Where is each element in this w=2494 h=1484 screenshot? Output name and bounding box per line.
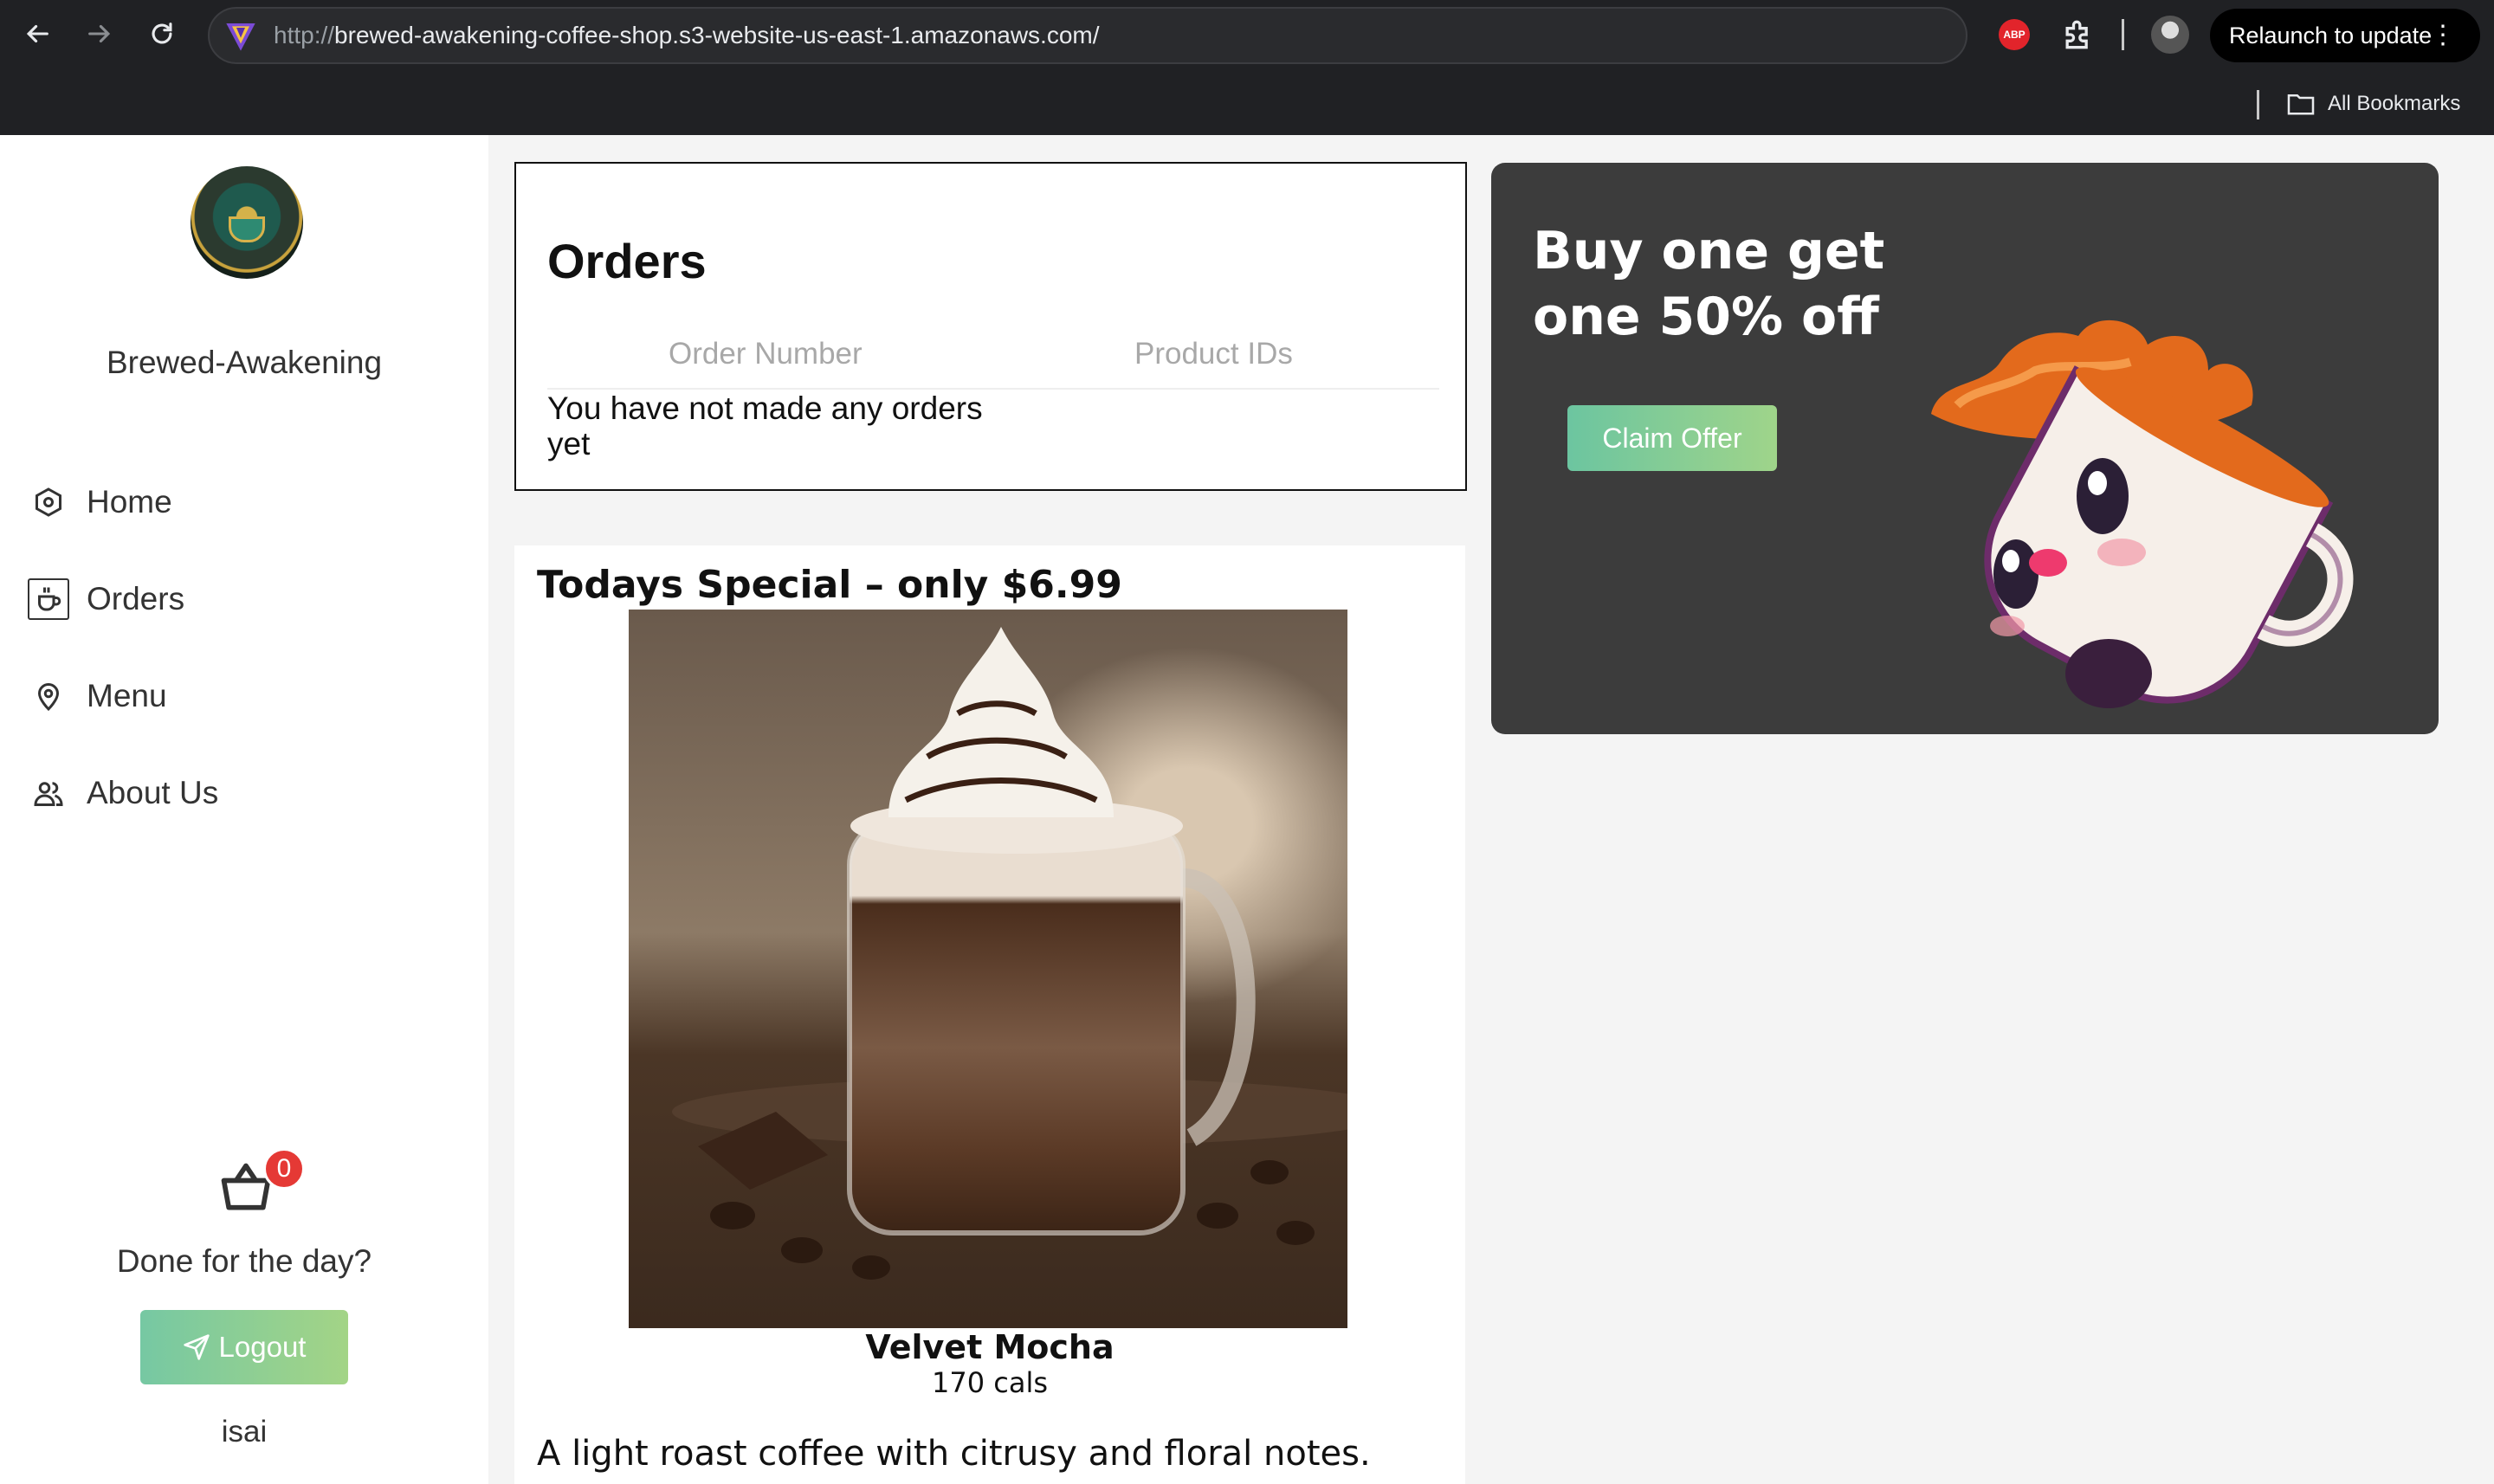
relaunch-button[interactable]: Relaunch to update ⋮: [2210, 9, 2480, 62]
profile-avatar[interactable]: [2151, 16, 2189, 54]
extensions-puzzle-icon[interactable]: [2059, 16, 2097, 54]
nav-item-label: Menu: [87, 678, 167, 713]
orders-empty-message: You have not made any orders yet: [547, 390, 983, 461]
product-name: Velvet Mocha: [865, 1328, 1115, 1366]
forward-button[interactable]: [76, 10, 123, 57]
arrow-left-icon: [26, 24, 48, 43]
arrow-right-icon: [88, 24, 111, 43]
claim-offer-button[interactable]: Claim Offer: [1567, 405, 1777, 471]
table-header-divider: [547, 388, 1439, 390]
bookmarks-bar: All Bookmarks: [0, 78, 2494, 133]
cart-button[interactable]: 0: [216, 1148, 305, 1221]
sidebar: Brewed-Awakening Home Orders Menu About …: [0, 135, 488, 1484]
url-scheme: http://: [274, 22, 335, 48]
nav-item-home[interactable]: Home: [28, 476, 172, 528]
toolbar-divider: [2122, 19, 2124, 50]
all-bookmarks-label: All Bookmarks: [2328, 92, 2461, 115]
browser-chrome: http://brewed-awakening-coffee-shop.s3-w…: [0, 0, 2494, 135]
product-description: A light roast coffee with citrusy and fl…: [537, 1434, 1371, 1474]
kebab-menu-icon: ⋮: [2430, 21, 2456, 49]
relaunch-label: Relaunch to update: [2229, 23, 2433, 48]
reload-icon: [152, 23, 172, 44]
promo-banner: Buy one get one 50% off Claim Offer: [1491, 163, 2439, 734]
brand-logo: [191, 166, 303, 279]
done-for-day-text: Done for the day?: [116, 1243, 372, 1279]
orders-title: Orders: [547, 234, 707, 288]
reload-button[interactable]: [139, 10, 185, 57]
all-bookmarks-button[interactable]: All Bookmarks: [2286, 87, 2460, 121]
site-favicon-icon: [226, 23, 255, 51]
nav-item-label: Home: [87, 484, 172, 519]
url-text: http://brewed-awakening-coffee-shop.s3-w…: [274, 9, 1100, 62]
address-bar[interactable]: http://brewed-awakening-coffee-shop.s3-w…: [208, 7, 1967, 64]
orders-card: Orders Order Number Product IDs You have…: [514, 162, 1467, 491]
folder-icon: [2287, 94, 2315, 115]
todays-special-card: Todays Special – only $6.99 Velvet Mocha…: [514, 545, 1465, 1484]
special-title: Todays Special – only $6.99: [537, 563, 1122, 607]
hexagon-icon: [28, 481, 69, 523]
nav-item-orders[interactable]: Orders: [28, 573, 184, 625]
nav-item-menu[interactable]: Menu: [28, 670, 167, 722]
adblock-extension-icon[interactable]: ABP: [1999, 19, 2030, 50]
mocha-illustration: [672, 627, 1347, 1280]
users-icon: [28, 772, 69, 814]
column-header-product-ids: Product IDs: [1134, 337, 1293, 371]
coffee-cup-icon: [28, 578, 69, 620]
logo-cup-icon: [229, 216, 265, 242]
nav-item-label: About Us: [87, 775, 219, 810]
logout-button[interactable]: Logout: [140, 1310, 348, 1384]
bookmarks-divider: [2257, 90, 2259, 119]
url-host: brewed-awakening-coffee-shop.s3-website-…: [334, 22, 1100, 48]
username: isai: [221, 1415, 268, 1449]
cart-count-badge: 0: [263, 1148, 305, 1190]
send-icon: [183, 1334, 210, 1360]
nav-item-label: Orders: [87, 581, 185, 616]
back-button[interactable]: [14, 10, 61, 57]
product-calories: 170 cals: [931, 1366, 1048, 1399]
nav-item-about-us[interactable]: About Us: [28, 767, 218, 819]
logout-label: Logout: [218, 1331, 307, 1363]
coffee-cup-mascot: [1931, 319, 2354, 708]
brand-name: Brewed-Awakening: [106, 345, 383, 380]
location-pin-icon: [28, 675, 69, 717]
column-header-order-number: Order Number: [669, 337, 863, 371]
velvet-mocha-image: [629, 610, 1347, 1328]
